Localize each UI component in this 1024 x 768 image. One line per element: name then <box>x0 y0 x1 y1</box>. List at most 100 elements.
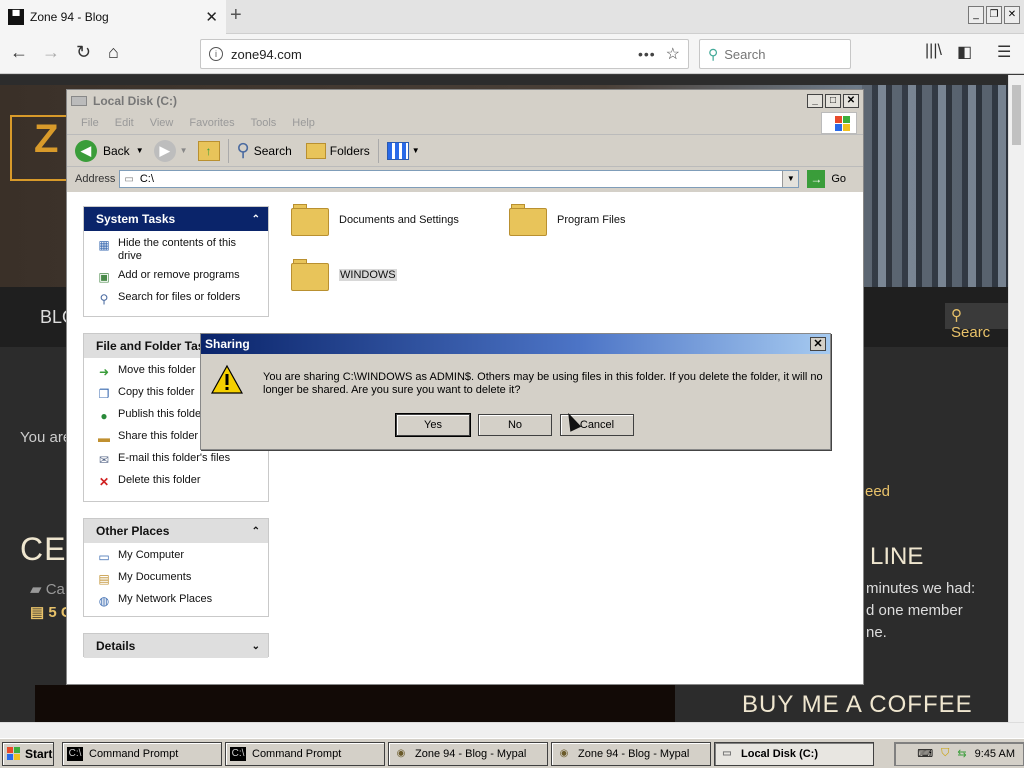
up-folder-button[interactable]: ↑ <box>197 140 220 161</box>
security-shield-icon[interactable]: ⛉ <box>941 747 949 760</box>
restore-button[interactable]: ❐ <box>986 6 1002 24</box>
expand-icon[interactable]: ⌄ <box>252 641 260 652</box>
forward-button[interactable]: ▶ ▼ <box>153 139 188 162</box>
browser-tab[interactable]: ▀ Zone 94 - Blog ✕ <box>0 0 226 34</box>
site-search-button[interactable]: ⚲ Searc <box>945 303 1008 341</box>
folders-button[interactable]: Folders <box>305 142 370 159</box>
reload-icon[interactable]: ↻ <box>76 42 91 63</box>
browser-search-input[interactable] <box>724 46 835 62</box>
site-search-label: Searc <box>951 324 991 341</box>
go-button[interactable]: → Go <box>807 170 846 188</box>
start-label: Start <box>25 746 53 761</box>
dialog-message: You are sharing C:\WINDOWS as ADMIN$. Ot… <box>263 371 823 396</box>
menu-favorites[interactable]: Favorites <box>189 117 234 129</box>
sidebar-icon[interactable]: ◧ <box>957 42 972 62</box>
browser-window-controls: _ ❐ ✕ <box>968 6 1020 24</box>
horizontal-scrollbar[interactable] <box>0 722 1024 738</box>
copy-folder-icon: ❐ <box>98 387 110 401</box>
browser-search-bar[interactable]: ⚲ <box>699 39 851 69</box>
task-add-remove-programs[interactable]: ▣ Add or remove programs <box>96 269 260 285</box>
keyboard-icon[interactable]: ⌨ <box>917 747 933 760</box>
address-bar: Address ▭ C:\ ▼ → Go <box>67 167 863 191</box>
dialog-title-bar[interactable]: Sharing ✕ <box>201 334 830 354</box>
close-button[interactable]: ✕ <box>1004 6 1020 24</box>
collapse-icon[interactable]: ⌃ <box>252 526 260 537</box>
url-bar[interactable]: i zone94.com ••• ☆ <box>200 39 689 69</box>
library-icon[interactable]: |||\ <box>925 42 942 60</box>
explorer-close-button[interactable]: ✕ <box>843 93 859 108</box>
views-button[interactable]: ▼ <box>386 141 420 160</box>
address-input[interactable]: ▭ C:\ ▼ <box>119 170 800 188</box>
email-icon: ✉ <box>98 453 110 467</box>
place-my-network[interactable]: ◍ My Network Places <box>96 593 260 609</box>
task-search-files[interactable]: ⚲ Search for files or folders <box>96 291 260 307</box>
back-icon[interactable]: ← <box>10 42 28 63</box>
new-tab-button[interactable]: + <box>230 4 242 27</box>
task-email-files[interactable]: ✉ E-mail this folder's files <box>96 452 260 468</box>
you-are-text: You are <box>20 429 72 446</box>
folder-program-files[interactable]: Program Files <box>509 204 625 236</box>
place-my-computer[interactable]: ▭ My Computer <box>96 549 260 565</box>
url-text[interactable]: zone94.com <box>231 47 638 62</box>
close-tab-icon[interactable]: ✕ <box>205 8 218 26</box>
folder-label: Documents and Settings <box>339 214 459 226</box>
network-icon[interactable]: ⇆ <box>957 747 966 760</box>
yes-button[interactable]: Yes <box>395 413 471 437</box>
back-arrow-icon: ◀ <box>75 139 97 162</box>
folder-documents-and-settings[interactable]: Documents and Settings <box>291 204 459 236</box>
menu-file[interactable]: File <box>81 117 99 129</box>
home-icon[interactable]: ⌂ <box>108 42 119 63</box>
back-dropdown-icon[interactable]: ▼ <box>136 146 144 155</box>
views-dropdown-icon[interactable]: ▼ <box>412 146 420 155</box>
folder-label: WINDOWS <box>339 269 397 281</box>
search-files-icon: ⚲ <box>99 292 109 306</box>
my-documents-icon: ▤ <box>98 572 110 586</box>
taskbar-item-command-prompt-1[interactable]: C:\ Command Prompt <box>62 741 222 766</box>
search-button[interactable]: ⚲ Search <box>237 140 292 161</box>
task-hide-contents[interactable]: ▦ Hide the contents of this drive <box>96 237 260 263</box>
other-places-panel: Other Places ⌃ ▭ My Computer ▤ My Docume… <box>83 518 269 617</box>
taskbar-item-mypal-2[interactable]: ◉ Zone 94 - Blog - Mypal <box>551 741 711 766</box>
folders-icon <box>305 142 326 159</box>
sidebar-headline: LINE <box>870 543 924 570</box>
explorer-minimize-button[interactable]: _ <box>807 93 823 108</box>
back-label: Back <box>103 143 130 158</box>
address-value[interactable]: C:\ <box>140 173 154 185</box>
folder-windows[interactable]: WINDOWS <box>291 259 397 291</box>
dialog-close-button[interactable]: ✕ <box>810 337 826 351</box>
explorer-title-bar[interactable]: Local Disk (C:) _ □ ✕ <box>67 90 863 111</box>
clock[interactable]: 9:45 AM <box>975 748 1015 760</box>
explorer-maximize-button[interactable]: □ <box>825 93 841 108</box>
taskbar: Start C:\ Command Prompt C:\ Command Pro… <box>0 738 1024 768</box>
no-button[interactable]: No <box>478 414 552 436</box>
start-button[interactable]: Start <box>2 741 54 766</box>
up-folder-icon: ↑ <box>197 140 220 161</box>
taskbar-item-local-disk[interactable]: ▭ Local Disk (C:) <box>714 741 874 766</box>
details-header[interactable]: Details ⌄ <box>84 634 268 658</box>
city-image <box>862 85 1008 287</box>
collapse-icon[interactable]: ⌃ <box>252 214 260 225</box>
place-my-documents[interactable]: ▤ My Documents <box>96 571 260 587</box>
forward-dropdown-icon[interactable]: ▼ <box>180 146 188 155</box>
menu-icon[interactable]: ☰ <box>997 42 1011 62</box>
taskbar-item-command-prompt-2[interactable]: C:\ Command Prompt <box>225 741 385 766</box>
forward-icon[interactable]: → <box>42 42 60 63</box>
menu-tools[interactable]: Tools <box>251 117 277 129</box>
page-actions-icon[interactable]: ••• <box>638 46 656 62</box>
delete-icon: ✕ <box>98 475 110 489</box>
menu-help[interactable]: Help <box>292 117 315 129</box>
task-delete-folder[interactable]: ✕ Delete this folder <box>96 474 260 490</box>
system-tasks-header[interactable]: System Tasks ⌃ <box>84 207 268 231</box>
vertical-scrollbar[interactable] <box>1008 75 1024 722</box>
menu-view[interactable]: View <box>150 117 174 129</box>
menu-edit[interactable]: Edit <box>115 117 134 129</box>
back-button[interactable]: ◀ Back ▼ <box>75 139 144 162</box>
taskbar-item-mypal-1[interactable]: ◉ Zone 94 - Blog - Mypal <box>388 741 548 766</box>
feed-link[interactable]: eed <box>865 483 890 500</box>
other-places-header[interactable]: Other Places ⌃ <box>84 519 268 543</box>
bookmark-star-icon[interactable]: ☆ <box>666 44 680 64</box>
site-info-icon[interactable]: i <box>209 47 223 61</box>
minimize-button[interactable]: _ <box>968 6 984 24</box>
address-dropdown-icon[interactable]: ▼ <box>782 171 799 187</box>
buy-me-coffee-heading: BUY ME A COFFEE <box>742 691 973 718</box>
